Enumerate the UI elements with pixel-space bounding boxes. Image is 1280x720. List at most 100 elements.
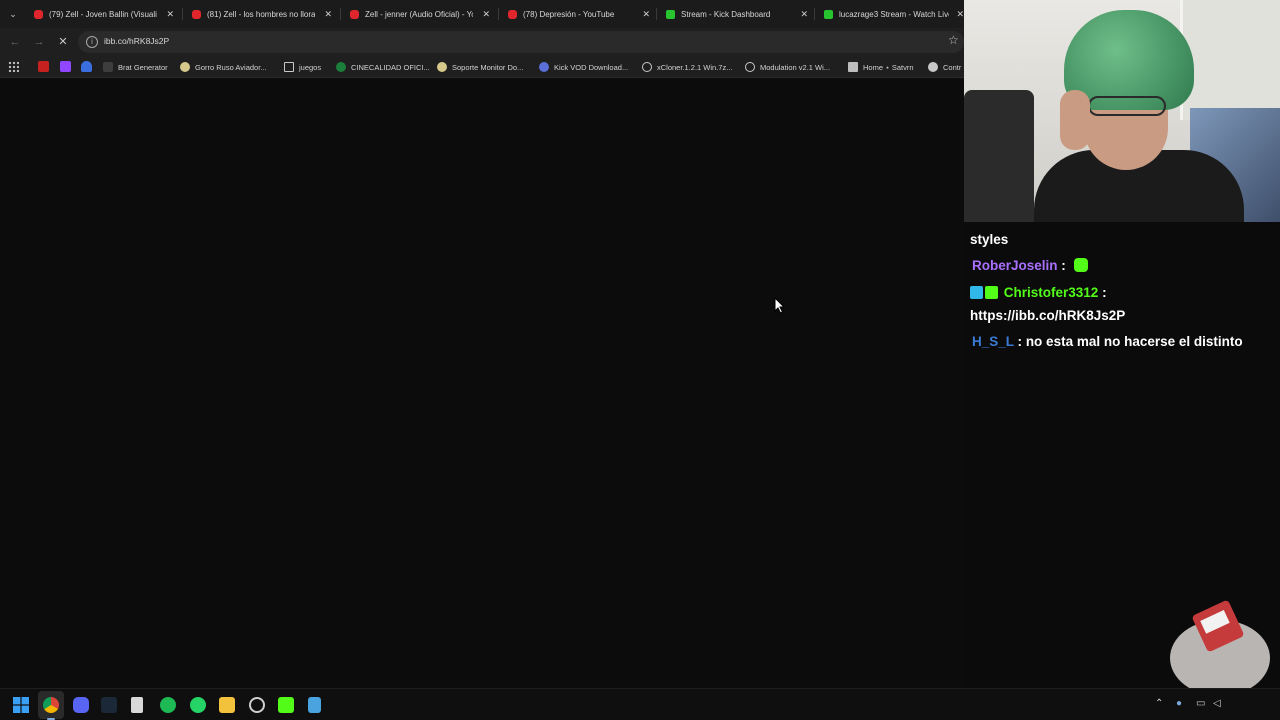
gmail-icon[interactable] xyxy=(38,61,49,72)
bookmark-favicon-icon xyxy=(928,62,938,72)
close-tab-icon[interactable]: ✕ xyxy=(800,9,812,20)
bookmark-item[interactable]: CINECALIDAD OFICI... xyxy=(336,60,430,74)
tab-title: Stream - Kick Dashboard xyxy=(681,9,771,19)
chat-overlay: styles RoberJoselin : Christofer3312 : h… xyxy=(964,222,1280,362)
page-viewport[interactable] xyxy=(0,79,964,688)
chat-message-link: https://ibb.co/hRK8Js2P xyxy=(970,308,1125,323)
chat-separator: : xyxy=(1061,258,1066,273)
bookmark-label: Modulation v2.1 Wi... xyxy=(760,62,831,72)
notepad-icon[interactable] xyxy=(308,697,321,713)
tab-6[interactable]: lucazrage3 Stream - Watch Live ✕ xyxy=(818,4,968,24)
bookmark-item[interactable]: Soporte Monitor Do... xyxy=(437,60,523,74)
chat-separator: : xyxy=(1102,285,1107,300)
tab-title: lucazrage3 Stream - Watch Live xyxy=(839,9,949,19)
close-tab-icon[interactable]: ✕ xyxy=(482,9,494,20)
tray-chevron-icon[interactable]: ⌃ xyxy=(1155,698,1163,709)
browser-window: ⌄ (79) Zell - Joven Ballin (Visualiz ✕ (… xyxy=(0,0,964,688)
spotify-icon[interactable] xyxy=(160,697,176,713)
globe-icon xyxy=(642,62,652,72)
bookmarks-bar: Brat Generator Gorro Ruso Aviador... jue… xyxy=(0,56,964,78)
bookmark-label: CINECALIDAD OFICI... xyxy=(351,62,430,72)
microphone-icon[interactable]: ● xyxy=(1176,698,1182,709)
folder-icon xyxy=(284,62,294,72)
close-tab-icon[interactable]: ✕ xyxy=(166,9,178,20)
address-url[interactable]: ibb.co/hRK8Js2P xyxy=(104,36,169,46)
bookmark-item[interactable]: Home ⋆ Satvrn xyxy=(848,60,914,74)
tab-title: Zell - jenner (Audio Oficial) - Yo xyxy=(365,9,473,19)
streamer-hand xyxy=(1060,90,1090,150)
taskbar: ⌃ ● ▭ ◁ xyxy=(0,688,1280,720)
webcam-overlay xyxy=(964,0,1280,222)
youtube-icon xyxy=(34,9,43,19)
bookmark-star-icon[interactable]: ☆ xyxy=(948,33,959,47)
site-info-icon[interactable]: i xyxy=(86,36,98,48)
address-bar[interactable]: i ibb.co/hRK8Js2P xyxy=(78,31,964,53)
kick-icon[interactable] xyxy=(278,697,294,713)
youtube-icon xyxy=(192,9,201,19)
bookmark-label: Gorro Ruso Aviador... xyxy=(195,62,267,72)
bookmark-favicon-icon xyxy=(539,62,549,72)
tab-2[interactable]: (81) Zell - los hombres no llora ✕ xyxy=(186,4,336,24)
twitch-icon[interactable] xyxy=(60,61,71,72)
bookmark-item[interactable]: Modulation v2.1 Wi... xyxy=(745,60,830,74)
webcam-chair xyxy=(964,90,1034,222)
tab-strip: ⌄ (79) Zell - Joven Ballin (Visualiz ✕ (… xyxy=(0,0,964,28)
obs-icon[interactable] xyxy=(249,697,265,713)
chat-message: H_S_L : no esta mal no hacerse el distin… xyxy=(972,334,1243,349)
app-icon[interactable] xyxy=(131,697,143,713)
steam-icon[interactable] xyxy=(101,697,117,713)
tab-5[interactable]: Stream - Kick Dashboard ✕ xyxy=(660,4,812,24)
youtube-icon xyxy=(508,9,517,19)
chat-message: styles xyxy=(970,232,1008,247)
forward-icon[interactable]: → xyxy=(30,33,48,51)
bookmark-label: Home ⋆ Satvrn xyxy=(863,62,914,72)
bookmark-item[interactable]: Brat Generator xyxy=(103,60,168,74)
stop-loading-icon[interactable]: ✕ xyxy=(54,33,72,51)
back-icon[interactable]: ← xyxy=(6,33,24,51)
close-tab-icon[interactable]: ✕ xyxy=(324,9,336,20)
network-icon[interactable]: ▭ xyxy=(1196,698,1205,709)
tab-4[interactable]: (78) Depresión - YouTube ✕ xyxy=(502,4,654,24)
chat-username: Christofer3312 xyxy=(1003,285,1099,300)
tab-title: (79) Zell - Joven Ballin (Visualiz xyxy=(49,9,157,19)
chat-text: no esta mal no hacerse el distinto xyxy=(1025,334,1243,349)
bookmark-label: xCloner.1.2.1 Win.7z... xyxy=(657,62,733,72)
bookmark-label: Contr xyxy=(943,62,962,72)
emote-icon xyxy=(1073,258,1088,272)
tab-divider xyxy=(340,8,341,20)
bookmark-folder[interactable]: juegos xyxy=(284,60,321,74)
discord-icon[interactable] xyxy=(73,697,89,713)
kick-icon xyxy=(824,9,833,19)
tab-3[interactable]: Zell - jenner (Audio Oficial) - Yo ✕ xyxy=(344,4,494,24)
drive-icon[interactable] xyxy=(81,61,92,72)
whatsapp-icon[interactable] xyxy=(190,697,206,713)
bookmark-item[interactable]: Kick VOD Download... xyxy=(539,60,628,74)
tab-title: (78) Depresión - YouTube xyxy=(523,9,615,19)
tab-divider xyxy=(814,8,815,20)
bookmark-label: Soporte Monitor Do... xyxy=(452,62,524,72)
bookmark-label: Brat Generator xyxy=(118,62,168,72)
streamer-glasses xyxy=(1088,96,1166,116)
toolbar: ← → ✕ i ibb.co/hRK8Js2P xyxy=(0,28,964,56)
bookmark-item[interactable]: xCloner.1.2.1 Win.7z... xyxy=(642,60,732,74)
bookmark-favicon-icon xyxy=(848,62,858,72)
chat-message: Christofer3312 : xyxy=(970,285,1107,300)
file-explorer-icon[interactable] xyxy=(219,697,235,713)
bookmark-label: Kick VOD Download... xyxy=(554,62,629,72)
bookmark-item[interactable]: Contr xyxy=(928,60,964,74)
windows-start-icon[interactable] xyxy=(13,697,29,713)
tab-1[interactable]: (79) Zell - Joven Ballin (Visualiz ✕ xyxy=(28,4,178,24)
close-tab-icon[interactable]: ✕ xyxy=(642,9,654,20)
chat-username: RoberJoselin xyxy=(972,258,1058,273)
badge-icon xyxy=(970,286,983,299)
chrome-icon[interactable] xyxy=(43,697,59,713)
tab-divider xyxy=(498,8,499,20)
bookmark-item[interactable]: Gorro Ruso Aviador... xyxy=(180,60,267,74)
tab-search-button[interactable]: ⌄ xyxy=(4,5,22,23)
tab-title: (81) Zell - los hombres no llora xyxy=(207,9,315,19)
apps-grid-icon[interactable] xyxy=(8,61,19,72)
tab-divider xyxy=(182,8,183,20)
bookmark-favicon-icon xyxy=(336,62,346,72)
chat-username: H_S_L xyxy=(972,334,1014,349)
volume-icon[interactable]: ◁ xyxy=(1213,698,1221,709)
